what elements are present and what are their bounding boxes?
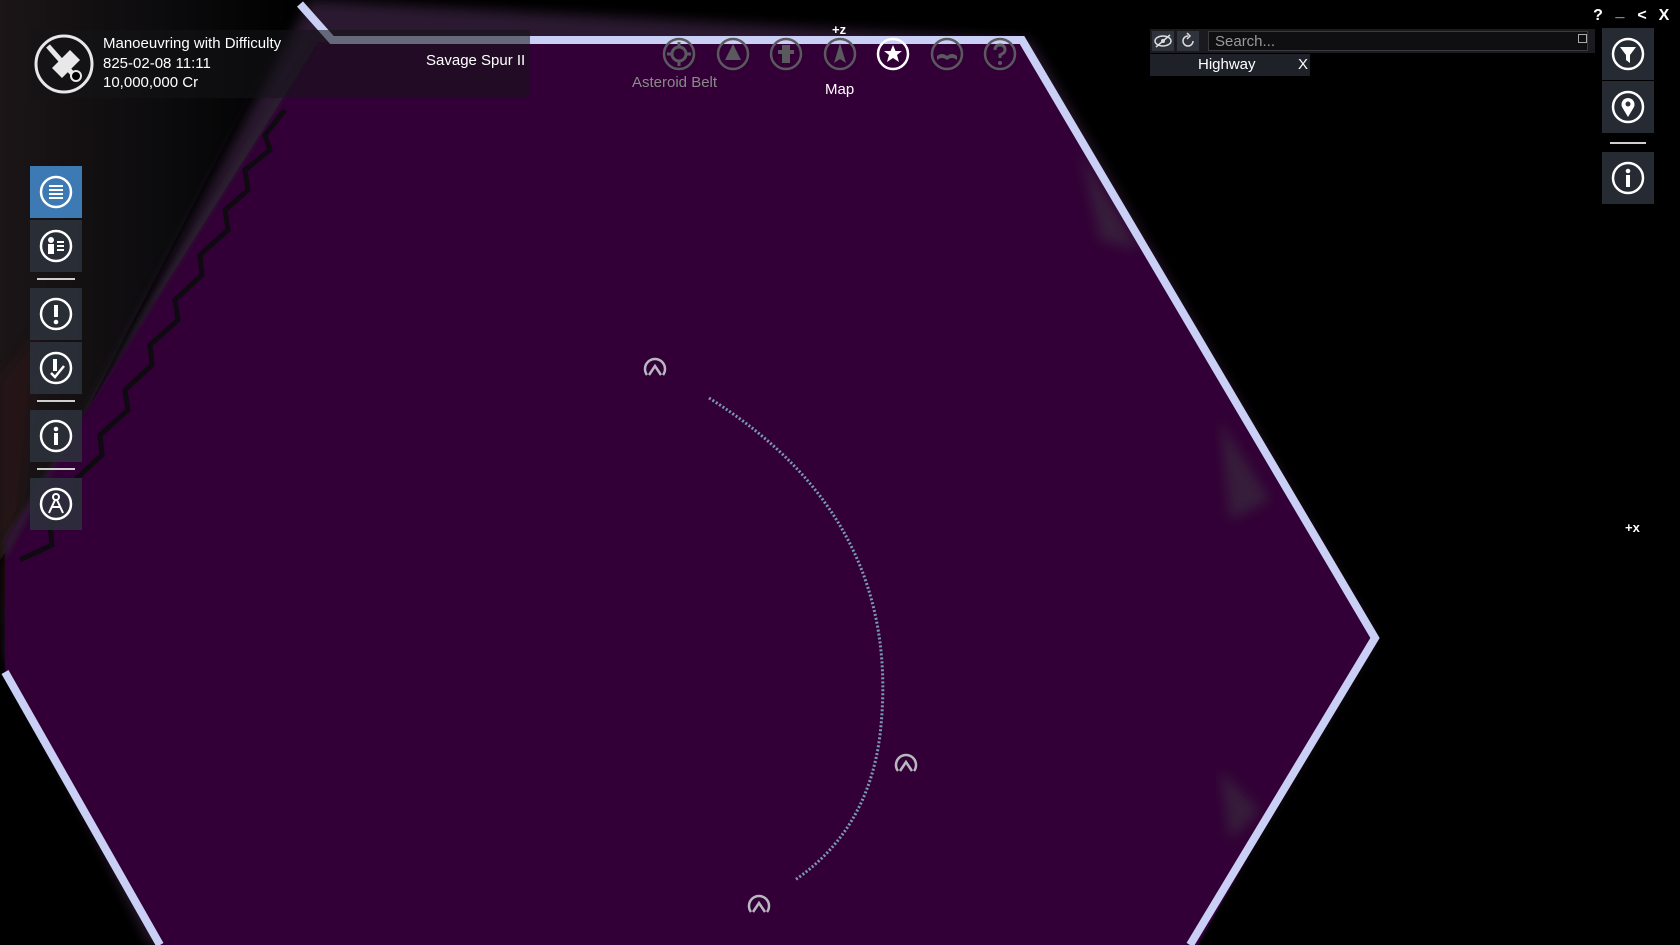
station-icon [769,37,803,71]
book-icon [930,37,964,71]
sidebar-alerts-button[interactable] [30,288,82,340]
filter-button[interactable] [1602,28,1654,80]
window-close-button[interactable]: X [1654,6,1674,26]
highway-node-icon [643,357,667,376]
search-bar [1150,29,1595,53]
location-name: Savage Spur II [426,52,526,69]
eye-icon [1154,34,1172,48]
sidebar-divider [37,400,75,402]
search-clear-button[interactable] [1578,34,1587,43]
gear-icon [662,37,696,71]
info-button[interactable] [1602,152,1654,204]
info-icon [39,419,73,453]
nav-planet-button[interactable] [715,36,751,72]
help-icon [983,37,1017,71]
sidebar-info-button[interactable] [30,410,82,462]
nav-map-button[interactable] [875,36,911,72]
galaxy-map[interactable] [0,0,1680,945]
list-icon [39,175,73,209]
axis-x-label: +x [1625,520,1640,535]
reset-view-button[interactable] [1177,31,1199,51]
ship-icon [823,37,857,71]
nav-encyclopedia-button[interactable] [929,36,965,72]
title-block: Manoeuvring with Difficulty 825-02-08 11… [103,34,281,93]
mission-check-icon [39,351,73,385]
search-input[interactable] [1208,31,1588,51]
star-map-icon [876,37,910,71]
highway-node-marker[interactable] [892,749,920,777]
game-datetime: 825-02-08 11:11 [103,54,211,72]
location-button[interactable] [1602,81,1654,133]
filter-tag-label: Highway [1198,56,1256,73]
nav-ship-button[interactable] [822,36,858,72]
right-panel-divider [1610,142,1646,144]
planet-icon [716,37,750,71]
nav-station-button[interactable] [768,36,804,72]
nav-hover-label: Asteroid Belt [632,74,718,91]
sidebar-navigation-button[interactable] [30,478,82,530]
filter-tag: Highway X [1150,54,1310,76]
info-icon [1611,161,1645,195]
highway-node-marker[interactable] [641,353,669,381]
nav-gear-button[interactable] [661,36,697,72]
window-back-button[interactable]: < [1632,6,1652,26]
compass-icon [39,487,73,521]
person-info-icon [39,229,73,263]
game-logo-icon [32,32,96,96]
highway-node-icon [894,753,918,772]
alert-icon [39,297,73,331]
nav-active-label: Map [825,81,855,98]
refresh-icon [1182,32,1194,47]
filter-tag-remove-button[interactable]: X [1298,56,1308,73]
page-title: Manoeuvring with Difficulty [103,35,282,52]
visibility-toggle-button[interactable] [1152,31,1174,51]
sidebar-personnel-button[interactable] [30,220,82,272]
sidebar-missions-button[interactable] [30,342,82,394]
axis-z-label: +z [832,22,847,37]
nav-help-button[interactable] [982,36,1018,72]
window-minimize-button[interactable]: _ [1610,2,1630,22]
highway-node-icon [747,894,771,913]
window-help-button[interactable]: ? [1588,6,1608,26]
credits-balance: 10,000,000 Cr [103,74,199,91]
highway-node-marker[interactable] [745,890,773,918]
sidebar-list-button[interactable] [30,166,82,218]
filter-icon [1611,37,1645,71]
sidebar-divider [37,468,75,470]
sidebar-divider [37,278,75,280]
location-pin-icon [1611,90,1645,124]
